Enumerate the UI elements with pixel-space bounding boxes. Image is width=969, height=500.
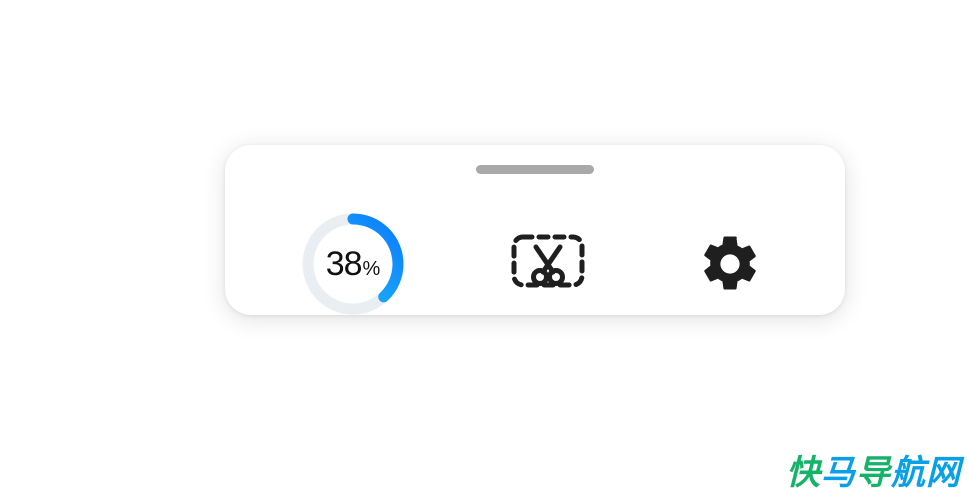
progress-value: 38 [326, 245, 362, 284]
progress-ring-button[interactable]: 38 % [300, 211, 406, 315]
watermark-text: 快马导航网 [786, 445, 961, 494]
progress-percent-symbol: % [363, 258, 381, 281]
panel-items: 38 % [225, 211, 845, 315]
settings-button[interactable] [690, 224, 770, 304]
screenshot-icon [510, 233, 586, 295]
gear-icon [697, 231, 763, 297]
quick-settings-panel: 38 % [225, 145, 845, 315]
screenshot-button[interactable] [508, 224, 588, 304]
progress-label: 38 % [326, 245, 381, 284]
drag-handle[interactable] [476, 165, 594, 174]
